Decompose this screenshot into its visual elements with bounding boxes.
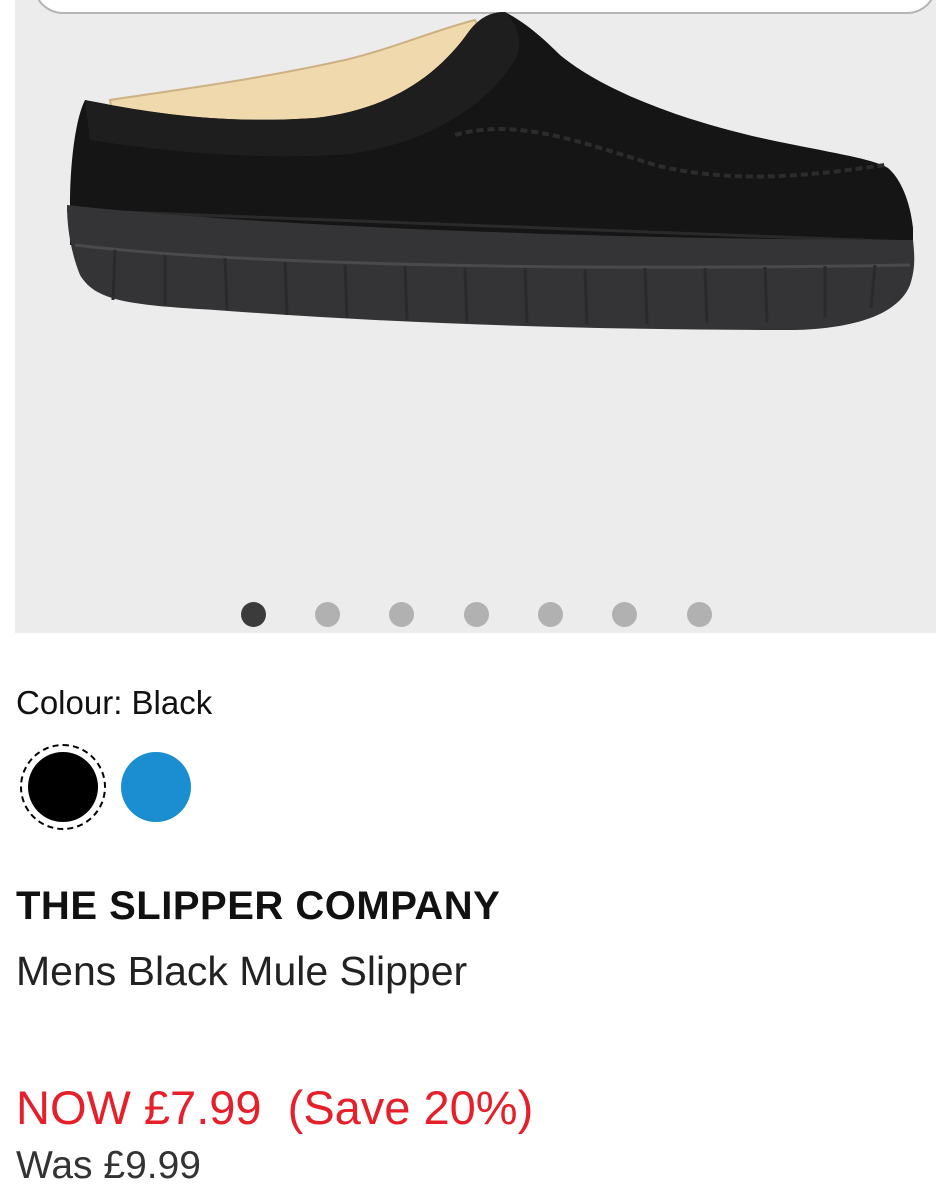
colour-swatch-black[interactable]: [20, 744, 106, 830]
brand-name[interactable]: THE SLIPPER COMPANY: [16, 884, 500, 929]
now-price: NOW £7.99: [16, 1081, 262, 1134]
carousel-dot-1[interactable]: [241, 602, 266, 627]
carousel-dot-3[interactable]: [389, 602, 414, 627]
swatch-fill-blue: [121, 752, 191, 822]
product-title: Mens Black Mule Slipper: [16, 948, 468, 994]
product-image[interactable]: [15, 0, 936, 600]
swatch-fill-black: [28, 752, 98, 822]
was-price: Was £9.99: [16, 1144, 201, 1187]
carousel-dot-6[interactable]: [612, 602, 637, 627]
carousel-dot-7[interactable]: [687, 602, 712, 627]
colour-swatch-blue[interactable]: [113, 744, 199, 830]
carousel-dots: [15, 602, 936, 628]
product-image-gallery[interactable]: [15, 0, 936, 633]
save-percentage: (Save 20%): [287, 1081, 534, 1134]
sale-price: NOW £7.99 (Save 20%): [16, 1080, 533, 1135]
carousel-dot-2[interactable]: [315, 602, 340, 627]
carousel-dot-4[interactable]: [464, 602, 489, 627]
colour-label: Colour: Black: [16, 684, 213, 721]
carousel-dot-5[interactable]: [538, 602, 563, 627]
